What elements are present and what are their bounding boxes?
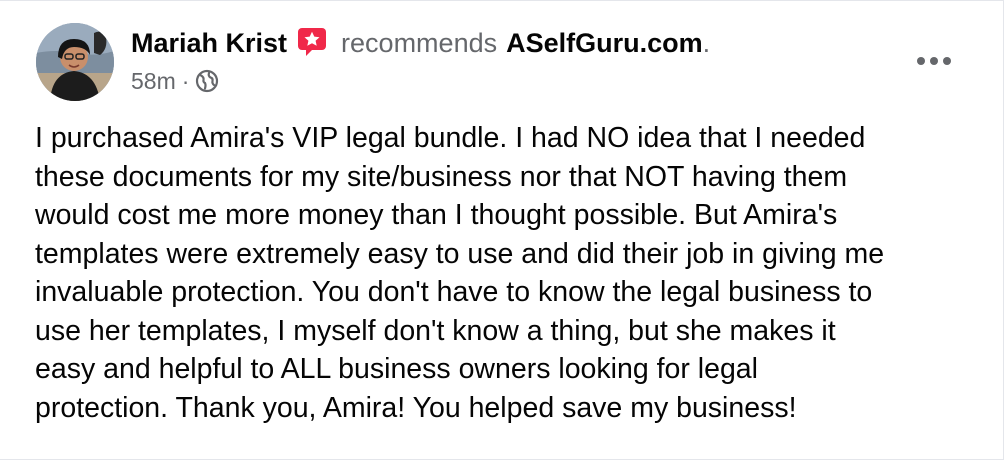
author-name[interactable]: Mariah Krist: [131, 28, 287, 59]
recommends-text: recommends: [341, 27, 498, 58]
meta-separator: ·: [181, 67, 190, 94]
post-timestamp[interactable]: 58m: [131, 68, 176, 95]
post-header: Mariah Krist recommends ASelfGuru.com . …: [131, 23, 913, 99]
post-body: I purchased Amira's VIP legal bundle. I …: [35, 122, 885, 424]
post-meta: 58m ·: [131, 63, 913, 99]
globe-icon[interactable]: [195, 69, 219, 93]
avatar[interactable]: [36, 23, 114, 101]
header-period: .: [702, 27, 711, 58]
more-options-icon[interactable]: [914, 41, 954, 81]
avatar-photo: [36, 23, 114, 101]
page-link[interactable]: ASelfGuru.com: [506, 28, 703, 59]
recommendation-star-icon: [297, 27, 327, 56]
recommendation-post: Mariah Krist recommends ASelfGuru.com . …: [0, 0, 1004, 460]
post-header-line: Mariah Krist recommends ASelfGuru.com .: [131, 23, 913, 63]
